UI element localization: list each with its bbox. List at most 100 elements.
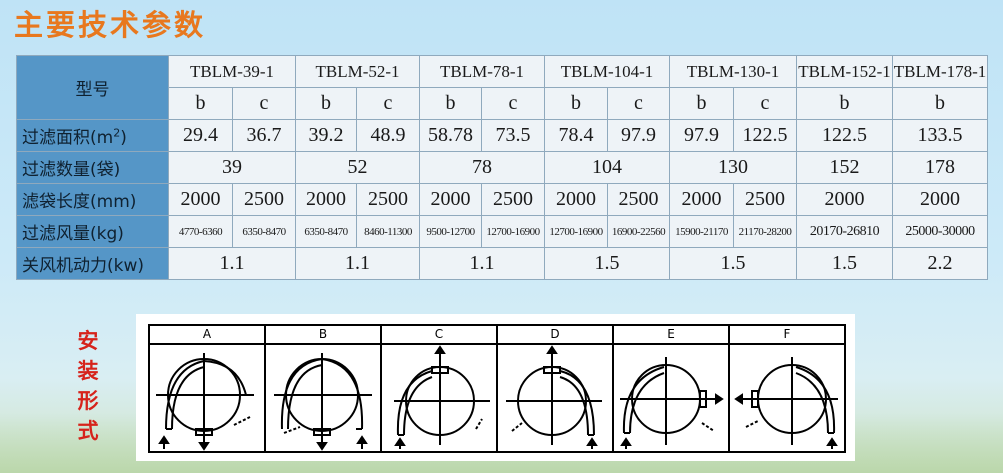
table-cell: 122.5 (796, 119, 893, 152)
install-type-f: F (730, 326, 844, 451)
table-cell: 2000 (669, 183, 734, 216)
table-cell: 6350-8470 (232, 215, 296, 248)
row-label: 关风机动力(kw) (16, 247, 169, 280)
table-cell: 1.5 (796, 247, 893, 280)
table-cell: 29.4 (168, 119, 233, 152)
layout-b-drawing (274, 353, 372, 451)
table-cell: 178 (892, 151, 988, 184)
table-cell: 97.9 (607, 119, 670, 152)
table-cell: 130 (669, 151, 797, 184)
install-diagram: A B C D E F (148, 324, 846, 453)
variant-cell: c (356, 87, 420, 120)
variant-cell: c (733, 87, 797, 120)
length-row: 滤袋长度(mm) 2000 2500 2000 2500 2000 2500 2… (16, 183, 988, 216)
install-label-char: 装 (77, 359, 99, 383)
table-cell: 73.5 (481, 119, 545, 152)
variant-cell: c (232, 87, 296, 120)
table-cell: 25000-30000 (892, 215, 988, 248)
variant-cell: b (419, 87, 482, 120)
table-cell: 6350-8470 (295, 215, 357, 248)
table-cell: 2000 (796, 183, 893, 216)
install-label-char: 安 (77, 329, 99, 353)
install-type-c: C (382, 326, 498, 451)
table-cell: 2500 (356, 183, 420, 216)
model-name: TBLM-104-1 (544, 55, 670, 88)
variant-cell: b (796, 87, 893, 120)
power-row: 关风机动力(kw) 1.1 1.1 1.1 1.5 1.5 1.5 2.2 (16, 247, 988, 280)
model-name: TBLM-52-1 (295, 55, 420, 88)
table-cell: 2500 (481, 183, 545, 216)
model-name: TBLM-152-1 (796, 55, 893, 88)
install-type-label: F (730, 326, 844, 345)
install-type-label: E (614, 326, 728, 345)
table-cell: 4770-6360 (168, 215, 233, 248)
table-cell: 97.9 (669, 119, 734, 152)
table-cell: 133.5 (892, 119, 988, 152)
layout-c-drawing (394, 345, 490, 449)
row-label: 过滤数量(袋) (16, 151, 169, 184)
table-cell: 2500 (232, 183, 296, 216)
table-cell: 78 (419, 151, 545, 184)
table-cell: 122.5 (733, 119, 797, 152)
row-label: 过滤面积(m2) (16, 119, 169, 152)
table-cell: 8460-11300 (356, 215, 420, 248)
table-cell: 2000 (168, 183, 233, 216)
model-name: TBLM-78-1 (419, 55, 545, 88)
model-row: 型号 TBLM-39-1 TBLM-52-1 TBLM-78-1 TBLM-10… (16, 55, 988, 120)
install-type-b: B (266, 326, 382, 451)
variant-cell: b (892, 87, 988, 120)
table-cell: 58.78 (419, 119, 482, 152)
table-cell: 1.1 (419, 247, 545, 280)
table-cell: 1.5 (544, 247, 670, 280)
table-cell: 39 (168, 151, 296, 184)
table-cell: 16900-22560 (607, 215, 670, 248)
table-cell: 152 (796, 151, 893, 184)
install-diagram-panel: A B C D E F (136, 314, 855, 461)
variant-cell: b (669, 87, 734, 120)
page-title: 主要技术参数 (14, 8, 207, 42)
variant-cell: c (607, 87, 670, 120)
layout-d-drawing (506, 345, 602, 449)
table-cell: 78.4 (544, 119, 608, 152)
model-header: 型号 (16, 55, 169, 120)
variant-cell: b (544, 87, 608, 120)
table-cell: 2000 (892, 183, 988, 216)
table-cell: 15900-21170 (669, 215, 734, 248)
install-type-e: E (614, 326, 730, 451)
install-type-a: A (150, 326, 266, 451)
table-cell: 48.9 (356, 119, 420, 152)
variant-cell: b (295, 87, 357, 120)
table-cell: 20170-26810 (796, 215, 893, 248)
table-cell: 2500 (607, 183, 670, 216)
table-cell: 2000 (295, 183, 357, 216)
table-cell: 2000 (544, 183, 608, 216)
variant-cell: c (481, 87, 545, 120)
model-name: TBLM-178-1 (892, 55, 988, 88)
table-cell: 1.1 (168, 247, 296, 280)
layout-f-drawing (734, 357, 838, 449)
install-side-label: 安 装 形 式 (72, 326, 104, 446)
bags-row: 过滤数量(袋) 39 52 78 104 130 152 178 (16, 151, 988, 184)
variant-cell: b (168, 87, 233, 120)
model-name: TBLM-39-1 (168, 55, 296, 88)
table-cell: 36.7 (232, 119, 296, 152)
table-cell: 12700-16900 (544, 215, 608, 248)
install-type-label: B (266, 326, 380, 345)
table-cell: 1.5 (669, 247, 797, 280)
table-cell: 2000 (419, 183, 482, 216)
layout-a-drawing (156, 353, 254, 451)
table-cell: 104 (544, 151, 670, 184)
row-label: 滤袋长度(mm) (16, 183, 169, 216)
install-type-label: A (150, 326, 264, 345)
table-cell: 9500-12700 (419, 215, 482, 248)
airflow-row: 过滤风量(kg) 4770-6360 6350-8470 6350-8470 8… (16, 215, 988, 248)
table-cell: 2.2 (892, 247, 988, 280)
row-label: 过滤风量(kg) (16, 215, 169, 248)
table-cell: 12700-16900 (481, 215, 545, 248)
table-cell: 52 (295, 151, 420, 184)
table-cell: 21170-28200 (733, 215, 797, 248)
table-cell: 39.2 (295, 119, 357, 152)
model-name: TBLM-130-1 (669, 55, 797, 88)
install-label-char: 式 (77, 419, 99, 443)
install-type-label: D (498, 326, 612, 345)
